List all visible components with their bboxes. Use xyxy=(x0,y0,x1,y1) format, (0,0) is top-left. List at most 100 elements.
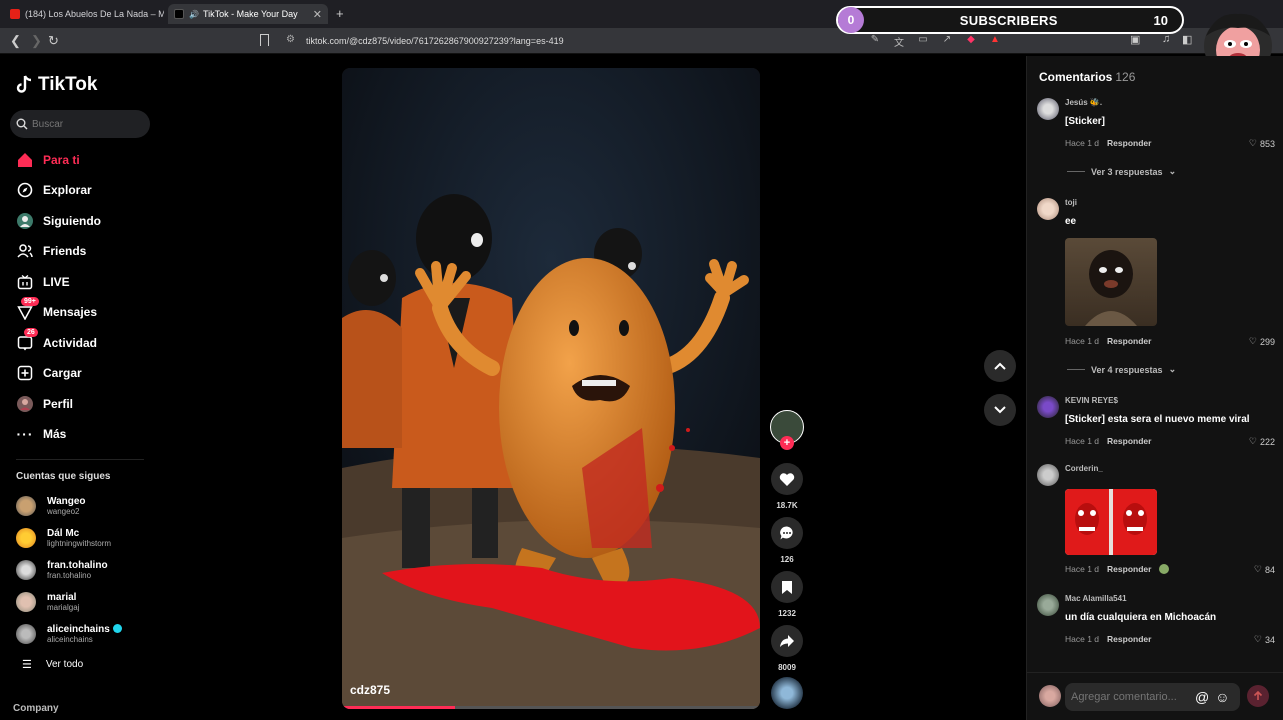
share-action[interactable]: 8009 xyxy=(770,625,804,672)
chevron-up-icon xyxy=(994,362,1006,370)
music-disc-icon[interactable] xyxy=(771,677,803,709)
nav-para-ti[interactable]: Para ti xyxy=(16,149,80,171)
close-tab-icon[interactable]: ✕ xyxy=(313,8,322,21)
comment-user[interactable]: toji xyxy=(1065,198,1077,207)
nav-explorar[interactable]: Explorar xyxy=(16,179,92,201)
audio-icon[interactable]: 🔊 xyxy=(189,10,199,19)
nav-label: Friends xyxy=(43,244,87,258)
nav-cargar[interactable]: Cargar xyxy=(16,362,82,384)
reply-button[interactable]: Responder xyxy=(1107,436,1151,446)
browser-tab-tiktok[interactable]: 🔊 TikTok - Make Your Day ✕ xyxy=(168,4,328,24)
see-all-link[interactable]: ☰ Ver todo xyxy=(22,658,83,671)
reply-button[interactable]: Responder xyxy=(1107,564,1151,574)
comment-like-button[interactable]: ♡ 299 xyxy=(1249,336,1275,347)
followed-account[interactable]: Dál Mc lightningwithstorm xyxy=(16,524,111,552)
extension-icon[interactable]: ✎ xyxy=(868,34,882,49)
comment-like-button[interactable]: ♡ 34 xyxy=(1254,634,1275,645)
save-action[interactable]: 1232 xyxy=(770,571,804,618)
followed-account[interactable]: Wangeo wangeo2 xyxy=(16,492,86,520)
comment-action[interactable]: 126 xyxy=(770,517,804,564)
nav-live[interactable]: LIVE xyxy=(16,271,70,293)
share-arrow-icon[interactable] xyxy=(771,625,803,657)
nav-mas[interactable]: ··· Más xyxy=(16,423,67,445)
url-text: tiktok.com/@cdz875/video/761726286790092… xyxy=(306,36,564,46)
avatar[interactable] xyxy=(1037,98,1059,120)
alert-icon[interactable]: ▲ xyxy=(988,34,1002,49)
comment-user[interactable]: Jesús 🐝. xyxy=(1065,98,1102,107)
account-handle: fran.tohalino xyxy=(47,571,92,580)
comment-user[interactable]: KEVIN REYE$ xyxy=(1065,396,1118,405)
nav-actividad[interactable]: 26 Actividad xyxy=(16,328,98,354)
list-icon: ☰ xyxy=(22,659,32,671)
share-icon[interactable]: ↗ xyxy=(940,34,954,49)
tiktok-favicon-icon xyxy=(174,9,184,19)
reply-button[interactable]: Responder xyxy=(1107,336,1151,346)
reply-button[interactable]: Responder xyxy=(1107,138,1151,148)
browser-tab-youtube[interactable]: (184) Los Abuelos De La Nada – Mil i xyxy=(4,4,164,24)
sticker-image[interactable] xyxy=(1065,489,1157,555)
nav-perfil[interactable]: Perfil xyxy=(16,393,73,415)
comment-icon[interactable] xyxy=(771,517,803,549)
followed-account[interactable]: aliceinchains aliceinchains xyxy=(16,620,122,648)
comment-input[interactable] xyxy=(1071,691,1189,703)
follow-plus-icon[interactable]: + xyxy=(780,436,794,450)
cast-icon[interactable]: ▭ xyxy=(916,34,930,49)
comment-input-box[interactable]: @ ☺ xyxy=(1065,683,1240,711)
followed-account[interactable]: marial marialgaj xyxy=(16,588,79,616)
forward-icon[interactable]: ❯ xyxy=(31,33,42,49)
music-icon[interactable]: ♫ xyxy=(1162,33,1170,45)
search-box[interactable] xyxy=(10,110,150,138)
view-replies-button[interactable]: Ver 4 respuestas ⌄ xyxy=(1067,364,1176,375)
avatar xyxy=(16,624,36,644)
nav-friends[interactable]: Friends xyxy=(16,240,86,262)
comment-time: Hace 1 d xyxy=(1065,336,1100,346)
followed-account[interactable]: fran.tohalino fran.tohalino xyxy=(16,556,108,584)
back-icon[interactable]: ❮ xyxy=(10,33,21,49)
search-input[interactable] xyxy=(32,118,142,130)
account-name: fran.tohalino xyxy=(47,560,108,571)
avatar[interactable] xyxy=(1037,594,1059,616)
view-replies-button[interactable]: Ver 3 respuestas ⌄ xyxy=(1067,166,1176,177)
send-comment-button[interactable] xyxy=(1247,685,1269,707)
shield-icon[interactable]: ◆ xyxy=(964,34,978,49)
music-disc[interactable] xyxy=(770,677,804,709)
like-action[interactable]: 18.7K xyxy=(770,463,804,510)
nav-label: Actividad xyxy=(43,336,98,350)
sidebar-toggle-icon[interactable]: ◧ xyxy=(1182,33,1192,46)
reply-button[interactable]: Responder xyxy=(1107,634,1151,644)
tiktok-logo[interactable]: TikTok xyxy=(16,74,97,96)
comment-like-button[interactable]: ♡ 84 xyxy=(1254,564,1275,575)
bookmark-icon[interactable] xyxy=(260,34,269,46)
translate-icon[interactable]: 文 xyxy=(892,34,906,49)
sticker-image[interactable] xyxy=(1065,238,1157,326)
video-progress-bar[interactable] xyxy=(342,706,760,709)
heart-icon[interactable] xyxy=(771,463,803,495)
chevron-down-icon: ⌄ xyxy=(1168,364,1177,374)
nav-label: Explorar xyxy=(43,183,92,197)
new-tab-button[interactable]: + xyxy=(336,6,344,21)
comment-user[interactable]: Mac Alamilla541 xyxy=(1065,594,1127,603)
like-count: 18.7K xyxy=(776,501,798,510)
heart-outline-icon: ♡ xyxy=(1248,138,1257,148)
comment-like-button[interactable]: ♡ 222 xyxy=(1249,436,1275,447)
reload-icon[interactable]: ↻ xyxy=(48,33,59,49)
nav-mensajes[interactable]: 99+ Mensajes xyxy=(16,297,97,323)
nav-siguiendo[interactable]: Siguiendo xyxy=(16,210,101,232)
emoji-icon[interactable]: ☺ xyxy=(1215,689,1229,705)
avatar[interactable] xyxy=(1037,198,1059,220)
site-info-icon[interactable]: ⚙ xyxy=(286,34,295,45)
comment-user[interactable]: Corderin_ xyxy=(1065,464,1103,473)
next-video-button[interactable] xyxy=(984,394,1016,426)
subscribers-start-count: 0 xyxy=(838,7,864,33)
comment-like-button[interactable]: ♡ 853 xyxy=(1249,138,1275,149)
previous-video-button[interactable] xyxy=(984,350,1016,382)
avatar[interactable] xyxy=(1037,396,1059,418)
comment-text: [Sticker] esta sera el nuevo meme viral xyxy=(1065,414,1250,425)
screenshot-icon[interactable]: ▣ xyxy=(1130,33,1140,46)
mention-icon[interactable]: @ xyxy=(1195,689,1209,705)
video-player[interactable]: cdz875 xyxy=(342,68,760,709)
bookmark-icon[interactable] xyxy=(771,571,803,603)
company-link[interactable]: Company xyxy=(13,703,59,714)
video-author[interactable]: cdz875 xyxy=(350,683,390,697)
avatar[interactable] xyxy=(1037,464,1059,486)
